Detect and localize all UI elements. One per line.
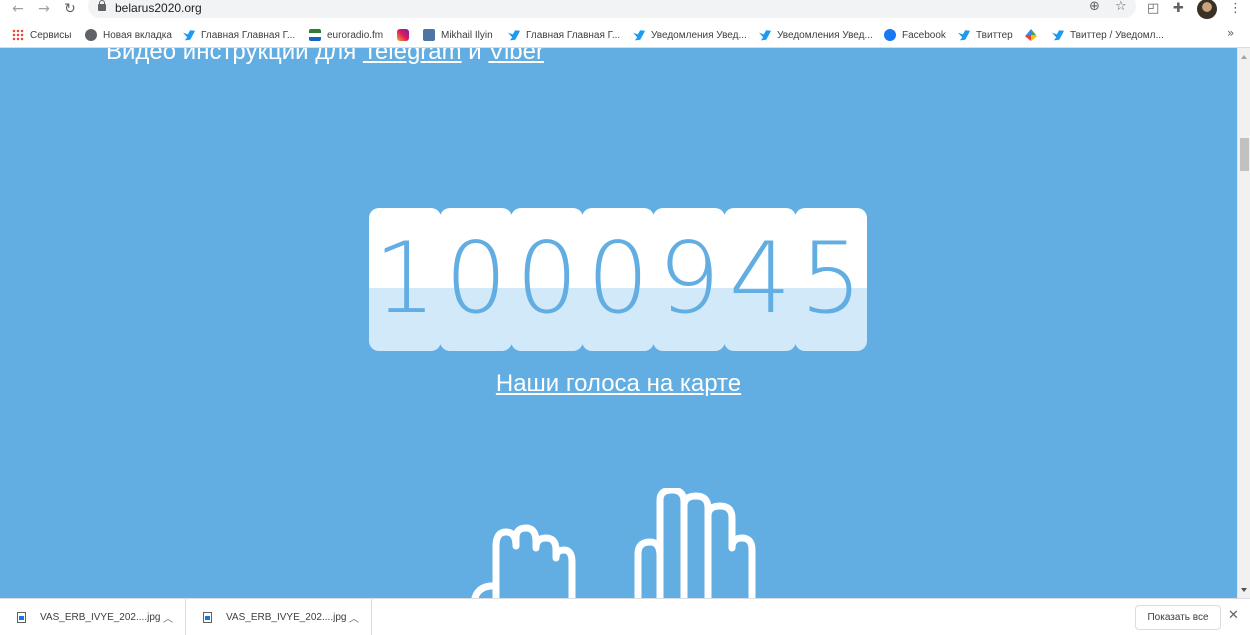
apps-icon (12, 29, 24, 41)
download-item[interactable]: VAS_ERB_IVYE_202....jpg ︿ (0, 599, 186, 635)
url-text[interactable]: belarus2020.org (115, 1, 202, 15)
scrollbar-thumb[interactable] (1240, 138, 1249, 171)
bookmark-facebook[interactable]: Facebook (884, 27, 946, 43)
raised-hands-icon (471, 488, 756, 598)
telegram-link[interactable]: Telegram (363, 48, 462, 65)
scroll-up-arrow-icon[interactable] (1241, 55, 1247, 59)
counter-digit: 4 (724, 208, 796, 351)
twitter-icon (508, 30, 520, 41)
counter-digit: 0 (511, 208, 583, 351)
bookmark-twitter-notifications-1[interactable]: Уведомления Увед... (633, 27, 747, 43)
facebook-icon (884, 29, 896, 41)
page-content: Видео инструкции для Telegram и Viber 1 … (0, 48, 1237, 598)
bookmark-twitter-notifications-2[interactable]: Уведомления Увед... (759, 27, 873, 43)
twitter-icon (183, 30, 195, 41)
bookmark-label: Новая вкладка (103, 29, 172, 41)
bookmark-twitter-notifications-3[interactable]: Твиттер / Уведомл... (1052, 27, 1164, 43)
download-item[interactable]: VAS_ERB_IVYE_202....jpg ︿ (186, 599, 372, 635)
bookmark-twitter-home-2[interactable]: Главная Главная Г... (508, 27, 620, 43)
twitter-icon (759, 30, 771, 41)
video-instructions-line: Видео инструкции для Telegram и Viber (106, 48, 544, 66)
twitter-icon (1052, 30, 1064, 41)
page-scrollbar[interactable] (1237, 48, 1250, 598)
pocket-icon[interactable]: ◰ (1147, 0, 1159, 18)
bookmark-label: euroradio.fm (327, 29, 384, 41)
vk-icon (423, 29, 435, 41)
downloads-shelf: VAS_ERB_IVYE_202....jpg ︿ VAS_ERB_IVYE_2… (0, 598, 1250, 635)
back-icon[interactable]: ← (10, 1, 26, 17)
chevron-up-icon[interactable]: ︿ (163, 610, 173, 625)
image-file-icon (203, 612, 212, 623)
instagram-icon (397, 29, 409, 41)
show-all-downloads-button[interactable]: Показать все (1135, 605, 1221, 630)
lock-icon[interactable] (98, 0, 106, 11)
vote-counter: 1 0 0 0 9 4 5 (369, 208, 867, 351)
leaf-icon (1025, 29, 1037, 41)
counter-digit: 0 (440, 208, 512, 351)
bookmark-label: Сервисы (30, 29, 72, 41)
conjunction-text: и (461, 48, 489, 65)
bookmark-instagram[interactable] (397, 27, 415, 43)
video-instructions-text: Видео инструкции для (106, 48, 363, 65)
star-icon[interactable]: ☆ (1115, 0, 1127, 14)
scroll-down-arrow-icon[interactable] (1241, 588, 1247, 592)
counter-digit: 5 (795, 208, 867, 351)
forward-icon[interactable]: → (36, 1, 52, 17)
bookmark-services[interactable]: Сервисы (12, 27, 71, 43)
bookmarks-overflow-button[interactable]: » (1227, 26, 1234, 40)
zoom-icon[interactable]: ⊕ (1089, 0, 1100, 14)
bookmark-label: Уведомления Увед... (651, 29, 747, 41)
euroradio-icon (309, 29, 321, 41)
bookmark-twitter-home-1[interactable]: Главная Главная Г... (183, 27, 295, 43)
bookmark-label: Твиттер / Уведомл... (1070, 29, 1164, 41)
browser-toolbar: ← → ↻ belarus2020.org ⊕ ☆ ◰ ✚ ⋮ (0, 0, 1250, 19)
address-bar[interactable]: belarus2020.org ⊕ ☆ (88, 0, 1136, 18)
counter-digit: 0 (582, 208, 654, 351)
bookmark-twitter[interactable]: Твиттер (958, 27, 1013, 43)
image-file-icon (17, 612, 26, 623)
close-icon[interactable]: ✕ (1228, 608, 1239, 623)
bookmark-vk[interactable]: Mikhail Ilyin (423, 27, 493, 43)
bookmark-label: Mikhail Ilyin (441, 29, 493, 41)
download-filename: VAS_ERB_IVYE_202....jpg (40, 612, 161, 623)
bookmark-label: Главная Главная Г... (201, 29, 296, 41)
counter-digit: 9 (653, 208, 725, 351)
counter-digit: 1 (369, 208, 441, 351)
avatar[interactable] (1197, 0, 1217, 19)
menu-icon[interactable]: ⋮ (1229, 0, 1242, 18)
bookmark-label: Главная Главная Г... (526, 29, 621, 41)
votes-map-link[interactable]: Наши голоса на карте (0, 370, 1237, 398)
bookmark-label: Твиттер (976, 29, 1013, 41)
bookmark-label: Facebook (902, 29, 946, 41)
bookmark-new-tab[interactable]: Новая вкладка (85, 27, 172, 43)
globe-icon (85, 29, 97, 41)
twitter-icon (633, 30, 645, 41)
bookmark-euroradio[interactable]: euroradio.fm (309, 27, 383, 43)
bookmark-leaf[interactable] (1025, 27, 1043, 43)
viber-link[interactable]: Viber (488, 48, 544, 65)
bookmarks-bar: Сервисы Новая вкладка Главная Главная Г.… (0, 22, 1250, 48)
reload-icon[interactable]: ↻ (62, 1, 78, 17)
chevron-up-icon[interactable]: ︿ (349, 610, 359, 625)
extensions-icon[interactable]: ✚ (1173, 0, 1184, 18)
twitter-icon (958, 30, 970, 41)
bookmark-label: Уведомления Увед... (777, 29, 873, 41)
download-filename: VAS_ERB_IVYE_202....jpg (226, 612, 347, 623)
